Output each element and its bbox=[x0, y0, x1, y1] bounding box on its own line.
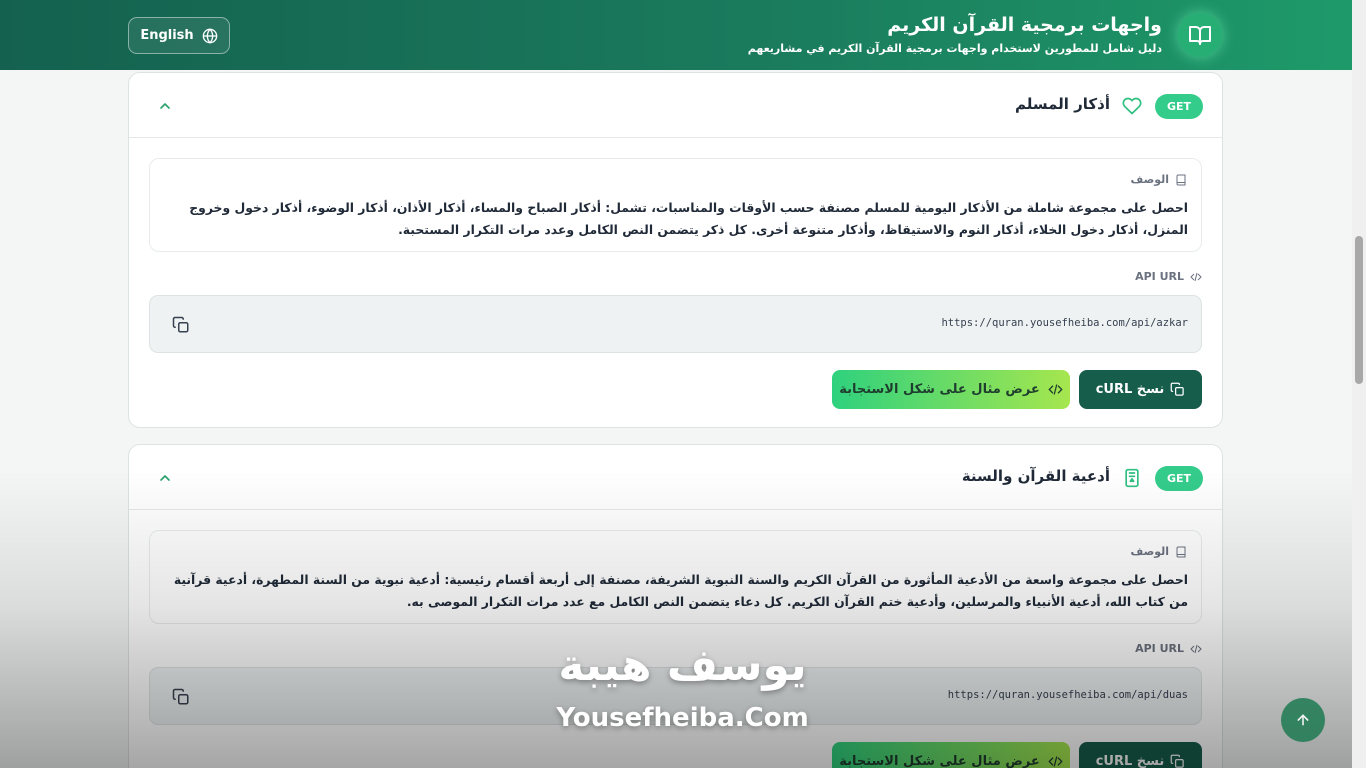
book-bookmark-icon bbox=[1122, 468, 1142, 488]
copy-icon bbox=[1170, 754, 1185, 768]
language-label: English bbox=[140, 28, 194, 43]
chevron-up-icon[interactable] bbox=[157, 98, 173, 114]
copy-icon[interactable] bbox=[172, 316, 190, 334]
app-subtitle: دليل شامل للمطورين لاستخدام واجهات برمجي… bbox=[747, 42, 1162, 55]
show-example-button[interactable]: عرض مثال على شكل الاستجابة bbox=[832, 742, 1070, 768]
description-text: احصل على مجموعة واسعة من الأدعية المأثور… bbox=[173, 572, 1188, 609]
arrow-up-icon bbox=[1295, 712, 1311, 728]
api-url-box: https://quran.yousefheiba.com/api/azkar bbox=[149, 295, 1202, 353]
api-url-label: API URL bbox=[1135, 270, 1202, 283]
heart-icon bbox=[1122, 96, 1142, 116]
show-example-button[interactable]: عرض مثال على شكل الاستجابة bbox=[832, 370, 1070, 409]
book-icon bbox=[1175, 174, 1187, 186]
api-url-text[interactable]: https://quran.yousefheiba.com/api/azkar bbox=[941, 317, 1188, 329]
book-icon bbox=[1175, 546, 1187, 558]
open-book-icon bbox=[1178, 13, 1222, 57]
app-header: واجهات برمجية القرآن الكريم دليل شامل لل… bbox=[0, 0, 1352, 70]
watermark-latin: Yousefheiba.Com bbox=[556, 703, 809, 733]
chevron-up-icon[interactable] bbox=[157, 470, 173, 486]
card-header[interactable]: GET أدعية القرآن والسنة bbox=[129, 445, 1222, 510]
description-text: احصل على مجموعة شاملة من الأذكار اليومية… bbox=[189, 200, 1188, 237]
scroll-to-top-button[interactable] bbox=[1281, 698, 1325, 742]
copy-icon[interactable] bbox=[172, 688, 190, 706]
code-icon bbox=[1190, 271, 1202, 283]
method-badge: GET bbox=[1155, 466, 1203, 491]
copy-curl-button[interactable]: نسخ cURL bbox=[1079, 742, 1202, 768]
code-icon bbox=[1048, 754, 1063, 768]
watermark-arabic: يوسف هيبة bbox=[558, 640, 807, 691]
api-url-label: API URL bbox=[1135, 642, 1202, 655]
description-box: الوصف احصل على مجموعة شاملة من الأذكار ا… bbox=[149, 158, 1202, 252]
description-label: الوصف bbox=[1130, 173, 1187, 186]
copy-curl-button[interactable]: نسخ cURL bbox=[1079, 370, 1202, 409]
code-icon bbox=[1048, 382, 1063, 397]
card-title: أدعية القرآن والسنة bbox=[961, 467, 1110, 485]
scrollbar-thumb[interactable] bbox=[1355, 236, 1363, 384]
language-button[interactable]: English bbox=[128, 17, 230, 54]
code-icon bbox=[1190, 643, 1202, 655]
description-box: الوصف احصل على مجموعة واسعة من الأدعية ا… bbox=[149, 530, 1202, 624]
copy-icon bbox=[1170, 382, 1185, 397]
method-badge: GET bbox=[1155, 94, 1203, 119]
globe-icon bbox=[202, 27, 218, 44]
endpoint-card-azkar: GET أذكار المسلم الوصف احصل على مجموعة ش… bbox=[128, 72, 1223, 428]
app-title: واجهات برمجية القرآن الكريم bbox=[887, 14, 1162, 36]
card-header[interactable]: GET أذكار المسلم bbox=[129, 73, 1222, 138]
page-scrollbar[interactable] bbox=[1352, 0, 1366, 768]
card-title: أذكار المسلم bbox=[1014, 95, 1110, 113]
description-label: الوصف bbox=[1130, 545, 1187, 558]
api-url-text[interactable]: https://quran.yousefheiba.com/api/duas bbox=[948, 689, 1188, 701]
